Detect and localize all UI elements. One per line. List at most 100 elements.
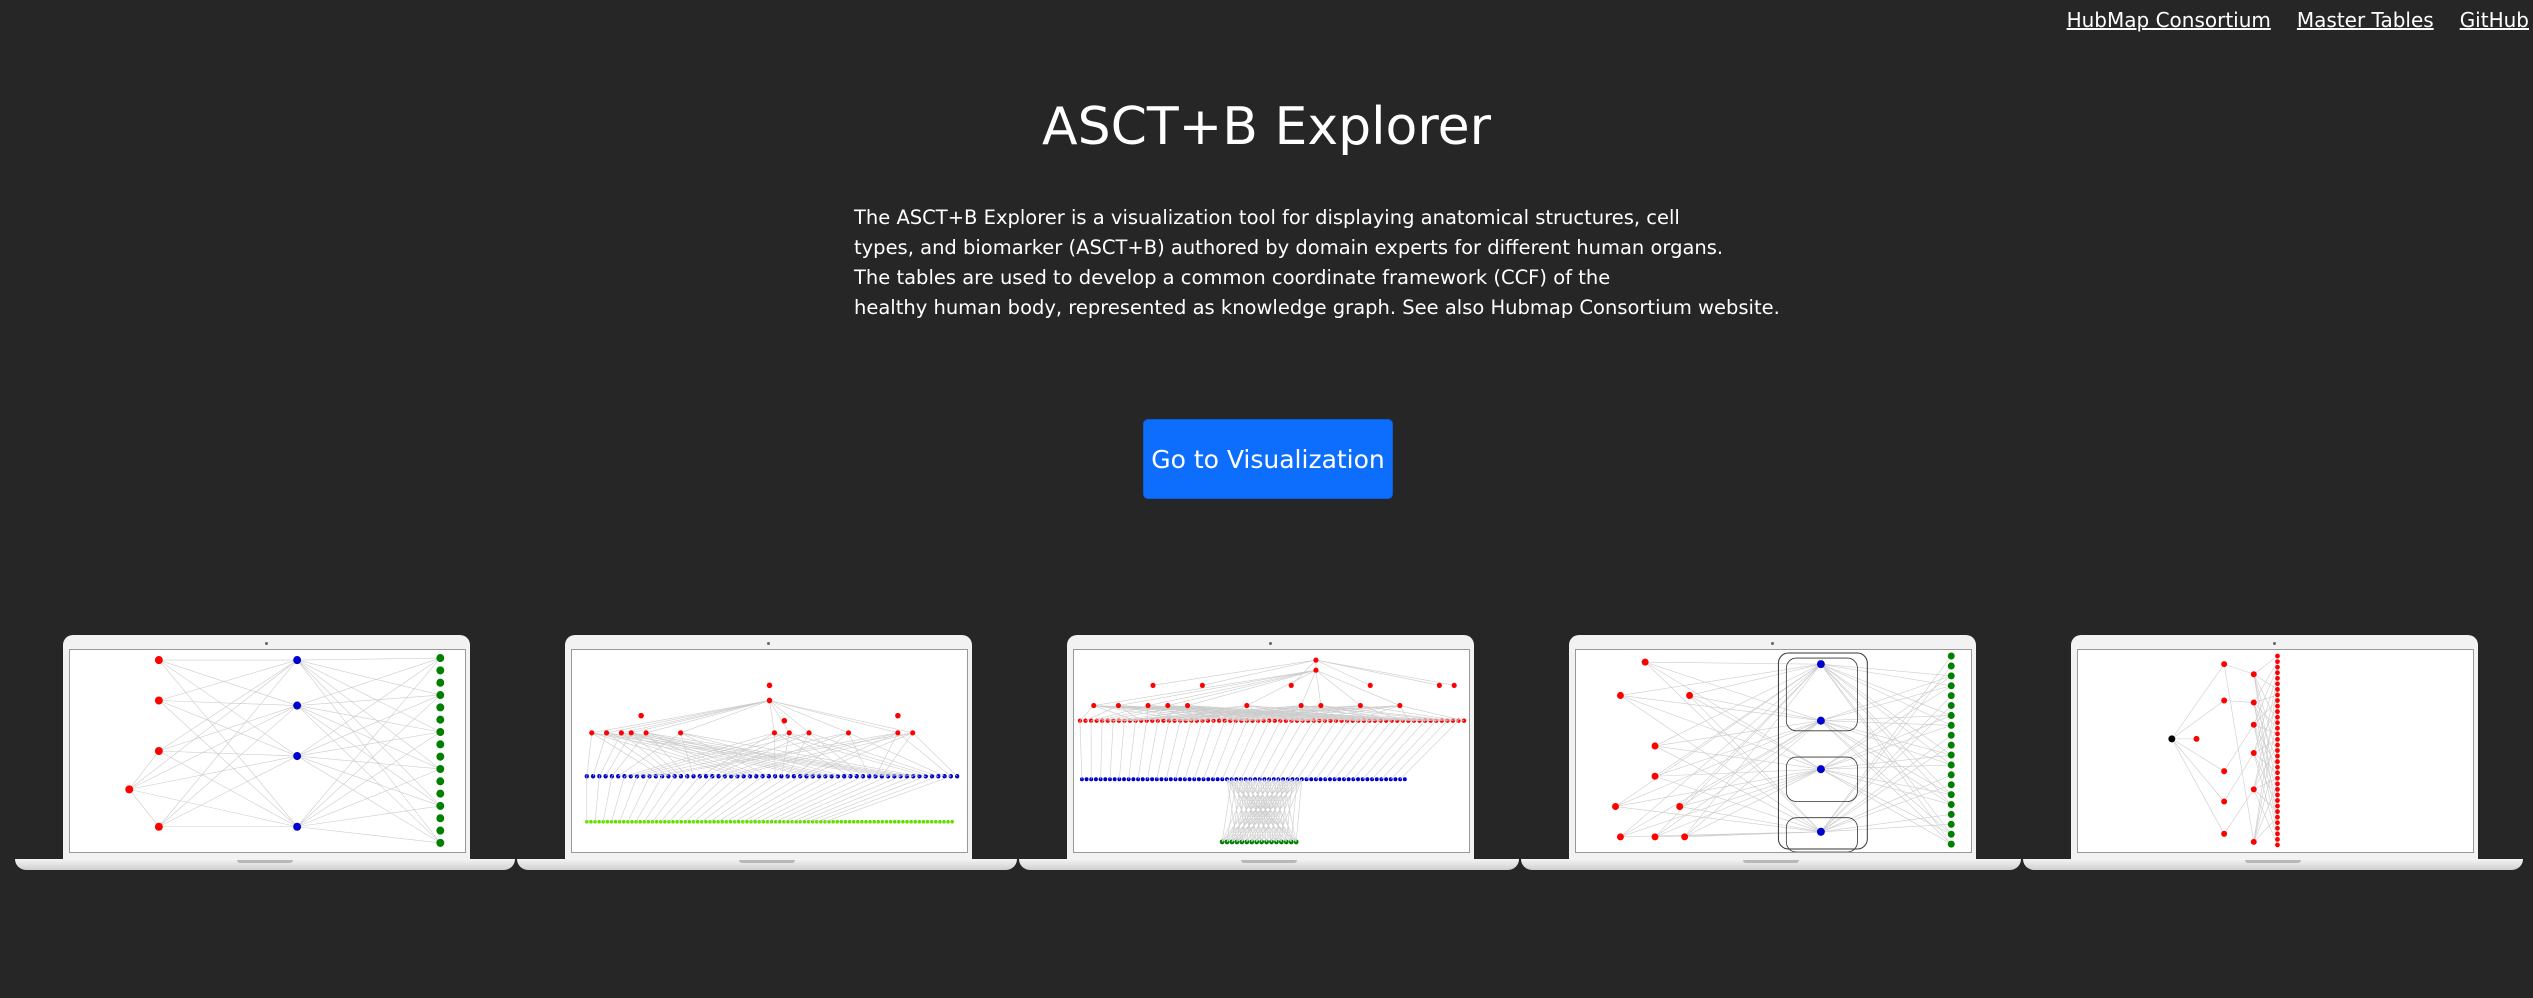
graph-edge [2253, 711, 2278, 790]
graph-node [1947, 682, 1955, 690]
laptop-lid [565, 635, 972, 859]
graph-node [2275, 742, 2280, 748]
graph-edge [1820, 695, 1952, 833]
graph-node [621, 819, 626, 824]
graph-node [646, 819, 651, 824]
graph-node [643, 730, 649, 736]
graph-edge [631, 732, 907, 777]
graph-edge [2224, 663, 2254, 675]
graph-edge [1295, 779, 1303, 842]
graph-node [154, 746, 163, 756]
graph-node [845, 730, 852, 736]
graph-edge [2223, 664, 2255, 842]
graph-edge [1156, 720, 1170, 780]
graph-edge [1654, 745, 1821, 770]
graph-edge [1079, 705, 1094, 721]
graph-edge [668, 776, 713, 822]
graph-node [1816, 827, 1825, 836]
graph-node [1318, 702, 1324, 709]
graph-node [436, 654, 445, 663]
camera-dot [2273, 642, 2276, 645]
graph-edge [1620, 695, 1822, 770]
go-to-visualization-button[interactable]: Go to Visualization [1143, 419, 1393, 499]
graph-node [436, 691, 445, 700]
master-tables-link[interactable]: Master Tables [2297, 8, 2434, 32]
graph-node [823, 819, 827, 824]
graph-edge [296, 657, 441, 757]
graph-edge [787, 732, 810, 777]
github-link[interactable]: GitHub [2460, 8, 2529, 32]
graph-node [1159, 777, 1164, 782]
graph-edge [2224, 700, 2254, 703]
graph-edge [158, 755, 298, 828]
graph-edge [645, 700, 770, 734]
graph-edge [2171, 738, 2225, 772]
graph-edge [1315, 720, 1359, 780]
graph-edge [1645, 661, 1821, 665]
graph-edge [705, 732, 790, 777]
graph-edge [726, 775, 801, 822]
graph-edge [1300, 670, 1317, 706]
graph-node [938, 819, 942, 824]
graph-edge [129, 705, 298, 790]
graph-edge [774, 732, 776, 777]
graph-node [1947, 830, 1955, 838]
graph-node [1947, 751, 1955, 759]
graph-node [634, 819, 638, 824]
page-title: ASCT+B Explorer [1042, 97, 1491, 157]
graph-node [1356, 777, 1360, 782]
graph-node [2221, 661, 2228, 668]
graph-edge [586, 732, 593, 777]
graph-edge [1820, 715, 1952, 770]
graph-node [892, 819, 897, 824]
graph-node [1947, 791, 1955, 799]
graph-preview-screen [1575, 649, 1972, 853]
graph-node [901, 819, 905, 824]
graph-node [1210, 777, 1215, 782]
graph-node [2275, 792, 2280, 798]
graph-edge [1315, 670, 1322, 706]
graph-node [1215, 777, 1220, 782]
graph-node [917, 819, 922, 824]
graph-node [1816, 716, 1825, 725]
graph-node [2250, 671, 2257, 678]
graph-node [1150, 777, 1155, 782]
graph-edge [816, 775, 939, 822]
graph-edge [591, 732, 889, 777]
graph-edge [1654, 720, 1822, 838]
graph-node [1947, 800, 1955, 809]
group-frame [1785, 756, 1858, 802]
graph-node [1182, 777, 1187, 782]
graph-edge [297, 768, 441, 828]
hubmap-consortium-link[interactable]: HubMap Consortium [2067, 8, 2271, 32]
graph-node [2221, 830, 2228, 837]
graph-edge [2223, 789, 2255, 834]
graph-node [1196, 777, 1201, 782]
graph-edge [808, 732, 864, 777]
graph-node [732, 819, 737, 824]
graph-edge [1371, 720, 1426, 780]
graph-edge [693, 776, 751, 822]
graph-node [1402, 777, 1407, 782]
graph-node [638, 712, 644, 719]
graph-edge [2171, 700, 2225, 740]
graph-node [293, 752, 302, 761]
laptop-notch [1241, 860, 1297, 863]
graph-edge [1167, 669, 1317, 706]
graph-edge [631, 700, 770, 734]
graph-edge [1820, 768, 1952, 795]
graph-edge [627, 776, 650, 822]
graph-node [771, 730, 778, 736]
graph-node [913, 819, 918, 824]
graph-node [1164, 777, 1169, 782]
graph-node [2275, 825, 2280, 831]
graph-node [436, 727, 445, 737]
graph-edge [1315, 669, 1400, 706]
graph-node [781, 717, 788, 724]
graph-node [786, 730, 792, 736]
graph-node [671, 819, 675, 824]
graph-node [1216, 718, 1222, 723]
graph-node [851, 819, 856, 824]
graph-node [1816, 765, 1825, 774]
graph-node [905, 819, 909, 824]
